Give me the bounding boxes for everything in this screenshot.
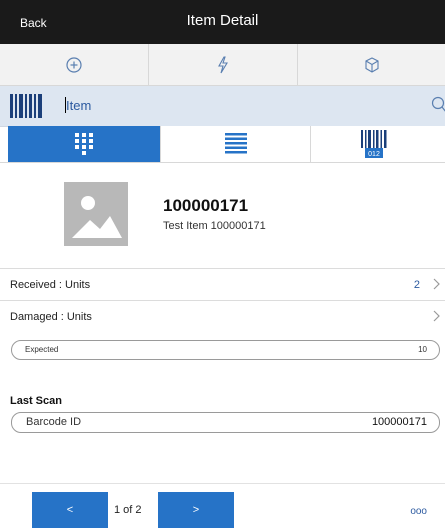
received-units-label: Received : Units [10,279,91,291]
add-button[interactable] [0,44,148,85]
item-number: 100000171 [163,196,249,215]
quick-action-button[interactable] [148,44,297,85]
barcode-id-value: 100000171 [371,416,427,428]
next-page-button[interactable]: > [158,492,234,528]
image-placeholder-icon [72,196,122,238]
chevron-right-icon [433,278,440,290]
tab-list-view[interactable] [160,126,311,162]
tab-barcode-view[interactable]: 012 [310,126,445,162]
title-bar: Back Item Detail [0,0,445,44]
received-units-value: 2 [413,279,420,291]
expected-label: Expected [25,345,59,354]
received-units-row[interactable]: Received : Units 2 [0,268,445,300]
previous-page-button[interactable]: < [32,492,108,528]
expected-value: 10 [418,345,427,354]
plus-circle-icon [66,56,82,73]
view-mode-tabs: 012 [0,126,445,163]
scan-input-label: Item [66,98,92,113]
action-bar [0,44,445,86]
item-header: 100000171 Test Item 100000171 [0,162,445,266]
lightning-icon [218,55,228,73]
last-scan-heading: Last Scan [10,395,62,407]
package-button[interactable] [297,44,445,85]
list-icon [225,133,247,154]
search-icon[interactable] [431,96,445,114]
more-options-button[interactable]: ooo [410,506,427,517]
barcode-icon: 012 [361,130,387,158]
item-image-placeholder [64,182,128,246]
expected-field: Expected 10 [11,340,440,360]
grid-icon [75,133,93,155]
damaged-units-row[interactable]: Damaged : Units [0,300,445,332]
barcode-icon [10,94,42,118]
page-indicator: 1 of 2 [114,504,142,516]
item-description: Test Item 100000171 [163,220,266,232]
damaged-units-label: Damaged : Units [10,311,92,323]
barcode-caption: 012 [368,151,380,158]
barcode-id-label: Barcode ID [26,416,82,428]
cube-icon [365,56,379,73]
scan-search-bar[interactable]: Item [0,86,445,127]
barcode-id-field: Barcode ID 100000171 [11,412,440,433]
chevron-right-icon [433,310,440,322]
footer-pager: < 1 of 2 > ooo [0,483,445,532]
page-title: Item Detail [186,12,259,29]
tab-grid-view[interactable] [8,126,160,162]
